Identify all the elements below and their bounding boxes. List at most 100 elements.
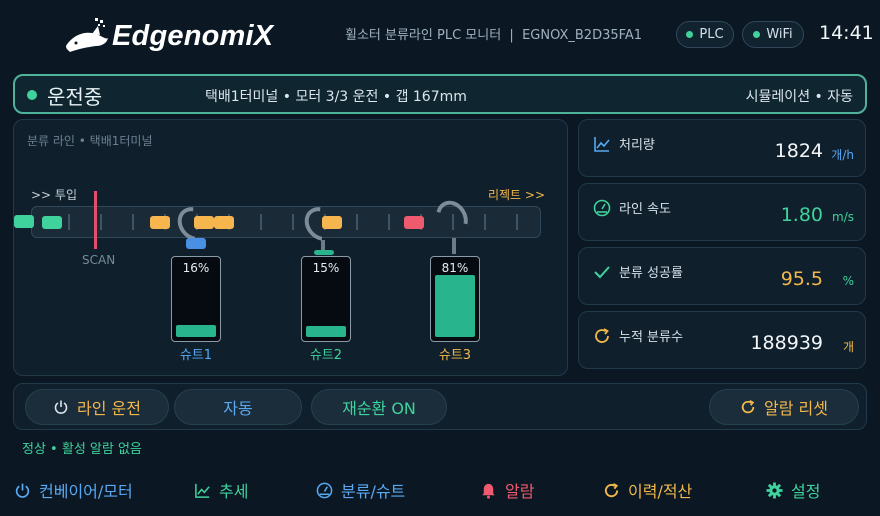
metric-value: 1824 — [774, 140, 823, 162]
alarm-reset-button[interactable]: 알람 리셋 — [709, 389, 859, 425]
recirculation-label: 재순환 ON — [342, 399, 416, 418]
auto-mode-label: 자동 — [223, 399, 253, 418]
wifi-status-dot — [753, 31, 761, 38]
refresh-icon — [595, 328, 609, 343]
bell-icon — [482, 483, 495, 499]
check-icon — [594, 266, 610, 279]
parcel-green — [14, 215, 34, 228]
metric-unit: m/s — [832, 210, 854, 224]
chute-percent: 81% — [441, 261, 469, 275]
run-status-detail: 택배1터미널 • 모터 3/3 운전 • 갭 167mm — [205, 89, 467, 105]
metric-value: 95.5 — [780, 268, 823, 290]
metric-unit: 개/h — [831, 148, 854, 162]
clock: 14:41 — [819, 22, 874, 44]
parcel-green — [42, 216, 62, 229]
nav-trend[interactable]: 추세 — [194, 476, 248, 504]
belt-roller — [260, 214, 262, 230]
reject-label: 리젝트 >> — [487, 188, 545, 202]
chart-line-icon — [195, 483, 210, 498]
chute-fill — [176, 324, 216, 337]
chute-name: 슈트1 — [179, 348, 213, 363]
nav-label: 이력/적산 — [628, 482, 693, 501]
nav-label: 설정 — [791, 482, 821, 501]
alarm-reset-label: 알람 리셋 — [764, 399, 828, 418]
metric-card-success-rate: 분류 성공률 95.5 % — [578, 247, 866, 305]
chute-2[interactable]: 15% — [301, 256, 351, 342]
metric-label: 분류 성공률 — [619, 266, 683, 281]
nav-history[interactable]: 이력/적산 — [603, 476, 692, 504]
device-subtitle: 휠소터 분류라인 PLC 모니터 | EGNOX_B2D35FA1 — [345, 28, 643, 43]
refresh-icon — [741, 400, 755, 414]
chute-percent: 16% — [182, 261, 210, 275]
belt-roller — [292, 214, 294, 230]
header: EdgenomiX 휠소터 분류라인 PLC 모니터 | EGNOX_B2D35… — [0, 0, 880, 68]
line-run-label: 라인 운전 — [77, 399, 141, 418]
belt-roller — [484, 214, 486, 230]
chute-percent: 15% — [312, 261, 340, 275]
metric-card-cumulative: 누적 분류수 188939 개 — [578, 311, 866, 369]
parcel-amber — [214, 216, 234, 229]
power-icon — [54, 400, 68, 414]
chute-fill — [435, 275, 475, 337]
nav-conveyor-motor[interactable]: 컨베이어/모터 — [14, 476, 133, 504]
refresh-icon — [604, 482, 619, 497]
nav-settings[interactable]: 설정 — [766, 476, 820, 504]
plc-status-dot — [686, 31, 694, 38]
metric-value: 188939 — [750, 332, 823, 354]
chute-fill — [306, 325, 346, 337]
speedometer-icon — [593, 199, 611, 217]
metric-card-speed: 라인 속도 1.80 m/s — [578, 183, 866, 241]
brand-logo: EdgenomiX — [62, 14, 292, 58]
wifi-status-pill[interactable]: WiFi — [742, 21, 804, 48]
plc-status-pill[interactable]: PLC — [676, 21, 734, 48]
belt-roller — [132, 214, 134, 230]
metric-unit: % — [842, 274, 854, 288]
power-icon — [15, 483, 30, 498]
metric-card-throughput: 처리량 1824 개/h — [578, 119, 866, 177]
nav-label: 컨베이어/모터 — [39, 482, 133, 501]
line-caption: 분류 라인 • 택배1터미널 — [27, 134, 153, 148]
metric-label: 처리량 — [619, 138, 655, 153]
run-mode-text: 시뮬레이션 • 자동 — [745, 89, 853, 105]
chute-3[interactable]: 81% — [430, 256, 480, 342]
nav-label: 추세 — [219, 482, 249, 501]
infeed-label: >> 투입 — [31, 188, 78, 202]
plc-label: PLC — [699, 27, 724, 42]
run-status-text: 운전중 — [47, 85, 103, 109]
chute-name: 슈트3 — [438, 348, 472, 363]
belt-roller — [516, 214, 518, 230]
auto-mode-button[interactable]: 자동 — [174, 389, 302, 425]
diverter-tip-1 — [186, 238, 206, 249]
recirculation-toggle[interactable]: 재순환 ON — [311, 389, 447, 425]
nav-label: 알람 — [505, 482, 535, 501]
belt-roller — [356, 214, 358, 230]
nav-label: 분류/슈트 — [341, 482, 406, 501]
run-status-bar: 운전중 택배1터미널 • 모터 3/3 운전 • 갭 167mm 시뮬레이션 •… — [13, 74, 867, 114]
scan-line — [94, 191, 97, 249]
diverter-post-3 — [452, 238, 456, 254]
line-run-button[interactable]: 라인 운전 — [25, 389, 169, 425]
sorting-line-panel: 분류 라인 • 택배1터미널 >> 투입 리젝트 >> SCAN 16% 슈트1… — [13, 119, 568, 376]
gear-icon — [766, 481, 783, 499]
chute-1[interactable]: 16% — [171, 256, 221, 342]
metric-label: 라인 속도 — [619, 202, 671, 217]
nav-sort-chute[interactable]: 분류/슈트 — [316, 476, 405, 504]
chute-name: 슈트2 — [309, 348, 343, 363]
belt-roller — [388, 214, 390, 230]
belt-roller — [68, 214, 70, 230]
diverter-tip-2 — [314, 250, 334, 255]
parcel-amber — [150, 216, 170, 229]
scan-label: SCAN — [82, 253, 116, 267]
speedometer-icon — [316, 482, 333, 498]
wifi-label: WiFi — [766, 27, 793, 42]
nav-alarm[interactable]: 알람 — [480, 476, 534, 504]
run-status-dot — [27, 90, 37, 100]
brand-name: EdgenomiX — [112, 19, 274, 52]
metric-label: 누적 분류수 — [619, 330, 683, 345]
parcel-red — [404, 216, 424, 229]
belt-roller — [100, 214, 102, 230]
metric-unit: 개 — [842, 340, 854, 354]
metric-value: 1.80 — [780, 204, 823, 226]
chart-line-icon — [594, 137, 610, 152]
brand-whale-icon — [66, 18, 108, 52]
